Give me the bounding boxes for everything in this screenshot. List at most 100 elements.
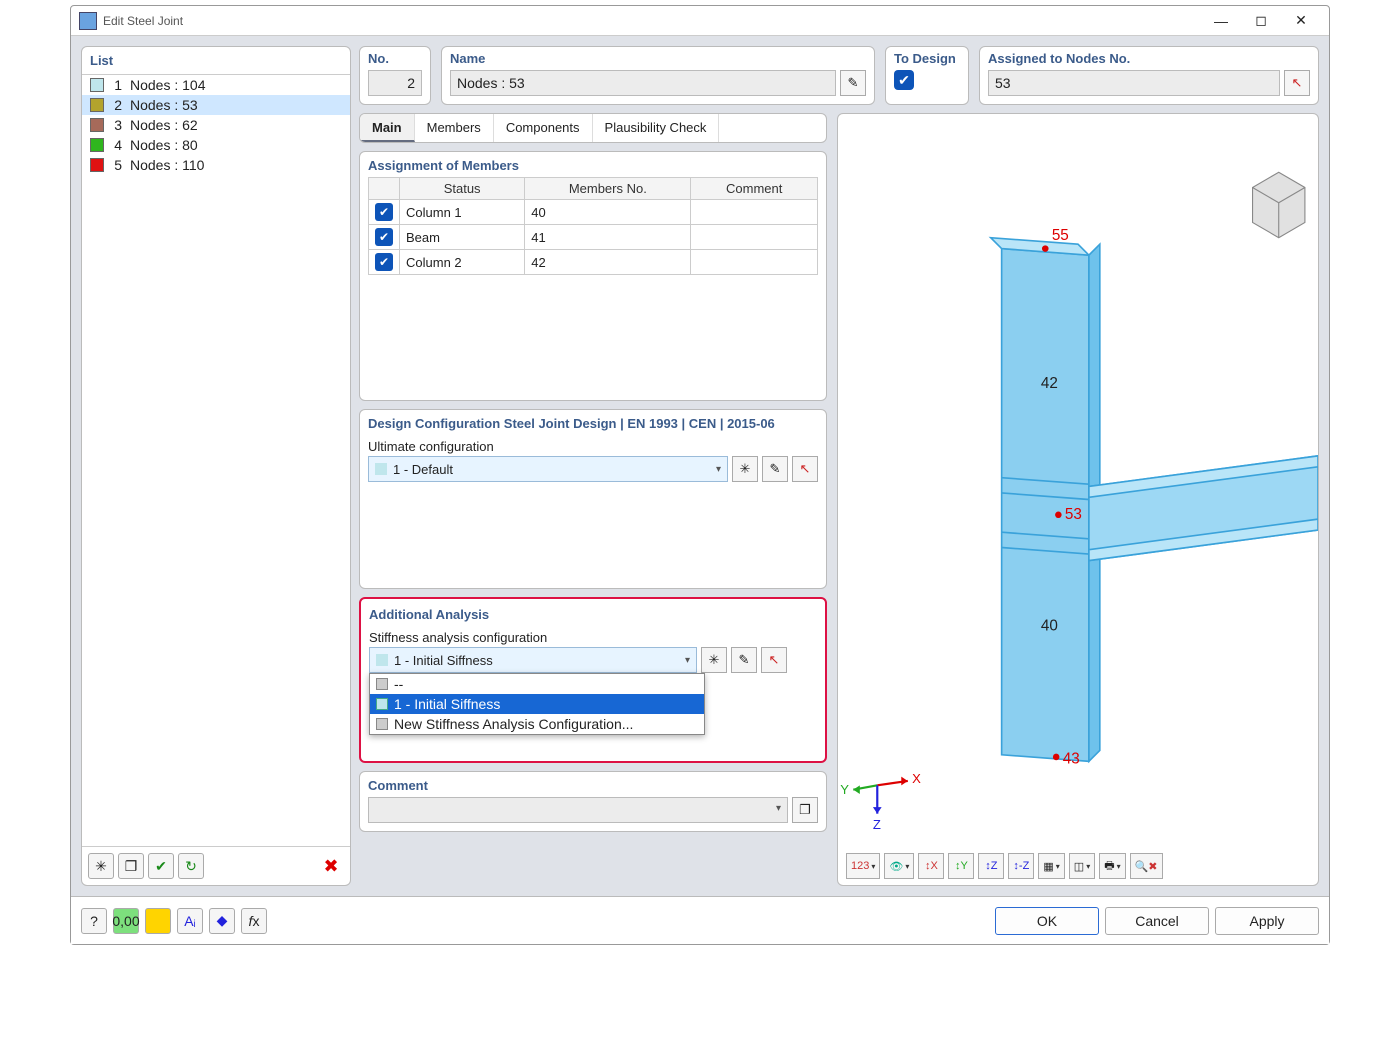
comment-dropdown[interactable]: ▾ bbox=[368, 797, 788, 823]
additional-analysis-block: Additional Analysis Stiffness analysis c… bbox=[359, 597, 827, 763]
chevron-down-icon: ▾ bbox=[776, 803, 781, 814]
list-panel: List 1 Nodes : 104 2 Nodes : 53 3 Nodes … bbox=[81, 46, 351, 886]
ok-button[interactable]: OK bbox=[995, 907, 1099, 935]
name-field: Name Nodes : 53 ✎ bbox=[441, 46, 875, 105]
members-table[interactable]: Status Members No. Comment ✔ Column 1 40… bbox=[368, 177, 818, 275]
apply-button[interactable]: Apply bbox=[1215, 907, 1319, 935]
titlebar: Edit Steel Joint — ◻ ✕ bbox=[71, 6, 1329, 36]
dropdown-option[interactable]: 1 - Initial Siffness bbox=[370, 694, 704, 714]
config-edit-icon[interactable]: ✎ bbox=[762, 456, 788, 482]
labels-toggle[interactable]: 123▾ bbox=[846, 853, 880, 879]
iso-view-btn[interactable]: ◫▾ bbox=[1069, 853, 1095, 879]
no-field: No. 2 bbox=[359, 46, 431, 105]
config-new-icon[interactable]: ✳ bbox=[732, 456, 758, 482]
config-pick-icon[interactable]: ↖ bbox=[792, 456, 818, 482]
window-title: Edit Steel Joint bbox=[103, 14, 183, 28]
list-checkall-icon[interactable]: ✔ bbox=[148, 853, 174, 879]
rename-icon[interactable]: ✎ bbox=[840, 70, 866, 96]
assigned-nodes-field: Assigned to Nodes No. 53 ↖ bbox=[979, 46, 1319, 105]
axis-y-btn[interactable]: ↕Y bbox=[948, 853, 974, 879]
tab-main[interactable]: Main bbox=[360, 114, 415, 142]
axis-z-btn[interactable]: ↕Z bbox=[978, 853, 1004, 879]
fx-icon[interactable]: fx bbox=[241, 908, 267, 934]
print-btn[interactable]: 🖶▾ bbox=[1099, 853, 1125, 879]
col-membersno: Members No. bbox=[525, 178, 691, 200]
row-checkbox[interactable]: ✔ bbox=[375, 228, 393, 246]
color-chip bbox=[90, 118, 104, 132]
dialog-footer: ? 0,00 Aᵢ ◆ fx OK Cancel Apply bbox=[71, 896, 1329, 944]
window-minimize[interactable]: — bbox=[1201, 9, 1241, 33]
chip-icon bbox=[376, 654, 388, 666]
layers-icon[interactable]: ◆ bbox=[209, 908, 235, 934]
list-item[interactable]: 4 Nodes : 80 bbox=[82, 135, 350, 155]
svg-text:Y: Y bbox=[840, 782, 849, 797]
col-status: Status bbox=[400, 178, 525, 200]
table-row[interactable]: ✔ Column 2 42 bbox=[369, 250, 818, 275]
stiffness-dropdown-list[interactable]: --1 - Initial SiffnessNew Stiffness Anal… bbox=[369, 673, 705, 735]
header-row: No. 2 Name Nodes : 53 ✎ To Design ✔ Assi… bbox=[359, 46, 1319, 105]
window-maximize[interactable]: ◻ bbox=[1241, 9, 1281, 33]
preview-toolbar: 123▾ 👁▾ ↕X ↕Y ↕Z ↕-Z ▦▾ ◫▾ 🖶▾ 🔍✖ bbox=[846, 853, 1310, 879]
axis-x-btn[interactable]: ↕X bbox=[918, 853, 944, 879]
pick-node-icon[interactable]: ↖ bbox=[1284, 70, 1310, 96]
svg-text:X: X bbox=[912, 771, 921, 786]
design-config-block: Design Configuration Steel Joint Design … bbox=[359, 409, 827, 589]
dropdown-option[interactable]: -- bbox=[370, 674, 704, 694]
list-item[interactable]: 5 Nodes : 110 bbox=[82, 155, 350, 175]
list-delete-icon[interactable]: ✖ bbox=[318, 853, 344, 879]
assigned-nodes-value[interactable]: 53 bbox=[988, 70, 1280, 96]
member-label-40: 40 bbox=[1041, 617, 1058, 634]
chip-icon bbox=[376, 678, 388, 690]
help-icon[interactable]: ? bbox=[81, 908, 107, 934]
color-chip bbox=[90, 158, 104, 172]
row-checkbox[interactable]: ✔ bbox=[375, 253, 393, 271]
list-footer-toolbar: ✳ ❐ ✔ ↻ ✖ bbox=[82, 846, 350, 885]
tab-plausibility-check[interactable]: Plausibility Check bbox=[593, 114, 720, 142]
tab-components[interactable]: Components bbox=[494, 114, 593, 142]
color-icon[interactable] bbox=[145, 908, 171, 934]
units-icon[interactable]: 0,00 bbox=[113, 908, 139, 934]
member-label-42: 42 bbox=[1041, 375, 1058, 392]
node-label-53: 53 bbox=[1065, 506, 1082, 523]
text-icon[interactable]: Aᵢ bbox=[177, 908, 203, 934]
stiffness-config-dropdown[interactable]: 1 - Initial Siffness ▾ bbox=[369, 647, 697, 673]
list-new-icon[interactable]: ✳ bbox=[88, 853, 114, 879]
svg-text:Z: Z bbox=[873, 817, 881, 832]
stiffness-new-icon[interactable]: ✳ bbox=[701, 647, 727, 673]
cancel-button[interactable]: Cancel bbox=[1105, 907, 1209, 935]
comment-block: Comment ▾ ❐ bbox=[359, 771, 827, 832]
axis-neg-z-btn[interactable]: ↕-Z bbox=[1008, 853, 1034, 879]
dropdown-option[interactable]: New Stiffness Analysis Configuration... bbox=[370, 714, 704, 734]
zoom-reset-btn[interactable]: 🔍✖ bbox=[1130, 853, 1163, 879]
list-item[interactable]: 3 Nodes : 62 bbox=[82, 115, 350, 135]
to-design-field: To Design ✔ bbox=[885, 46, 969, 105]
nav-cube-icon[interactable] bbox=[1253, 172, 1305, 237]
stiffness-edit-icon[interactable]: ✎ bbox=[731, 647, 757, 673]
list-refresh-icon[interactable]: ↻ bbox=[178, 853, 204, 879]
render-mode[interactable]: ▦▾ bbox=[1038, 853, 1064, 879]
list-item[interactable]: 2 Nodes : 53 bbox=[82, 95, 350, 115]
table-row[interactable]: ✔ Column 1 40 bbox=[369, 200, 818, 225]
chevron-down-icon: ▾ bbox=[685, 655, 690, 666]
view-toggle[interactable]: 👁▾ bbox=[884, 853, 914, 879]
table-row[interactable]: ✔ Beam 41 bbox=[369, 225, 818, 250]
row-checkbox[interactable]: ✔ bbox=[375, 203, 393, 221]
3d-preview[interactable]: 55 42 53 40 43 X Y bbox=[837, 113, 1319, 886]
window-close[interactable]: ✕ bbox=[1281, 9, 1321, 33]
list-copy-icon[interactable]: ❐ bbox=[118, 853, 144, 879]
col-comment: Comment bbox=[691, 178, 818, 200]
node-label-43: 43 bbox=[1063, 751, 1080, 768]
color-chip bbox=[90, 78, 104, 92]
list-header: List bbox=[82, 47, 350, 75]
chip-icon bbox=[376, 718, 388, 730]
assignment-block: Assignment of Members Status Members No.… bbox=[359, 151, 827, 401]
chip-icon bbox=[375, 463, 387, 475]
app-icon bbox=[79, 12, 97, 30]
tab-members[interactable]: Members bbox=[415, 114, 494, 142]
comment-library-icon[interactable]: ❐ bbox=[792, 797, 818, 823]
ultimate-config-dropdown[interactable]: 1 - Default ▾ bbox=[368, 456, 728, 482]
to-design-checkbox[interactable]: ✔ bbox=[894, 70, 914, 90]
stiffness-pick-icon[interactable]: ↖ bbox=[761, 647, 787, 673]
list-item[interactable]: 1 Nodes : 104 bbox=[82, 75, 350, 95]
list-items[interactable]: 1 Nodes : 104 2 Nodes : 53 3 Nodes : 62 … bbox=[82, 75, 350, 846]
